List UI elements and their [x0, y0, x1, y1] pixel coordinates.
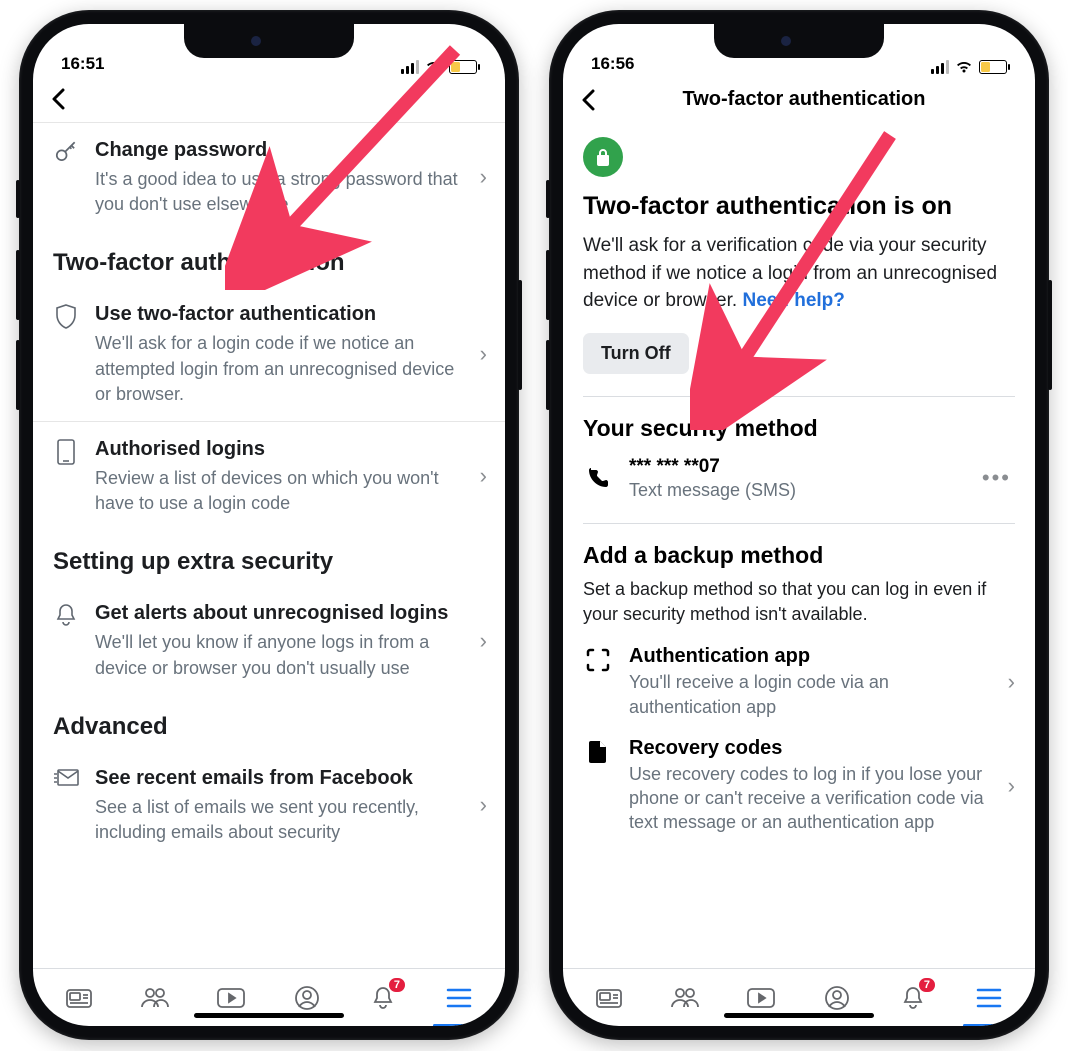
- tab-watch[interactable]: [211, 978, 251, 1018]
- row-use-tfa[interactable]: Use two-factor authentication We'll ask …: [33, 287, 505, 421]
- phone-right: 16:56 Two-factor authentication Two-fact…: [549, 10, 1049, 1040]
- tfa-on-heading: Two-factor authentication is on: [583, 191, 1015, 222]
- security-method-row[interactable]: *** *** **07 Text message (SMS) •••: [583, 456, 1015, 501]
- tab-notifications[interactable]: 7: [363, 978, 403, 1018]
- notification-badge: 7: [917, 976, 937, 994]
- section-advanced: Advanced: [33, 695, 505, 751]
- turn-off-button[interactable]: Turn Off: [583, 333, 689, 374]
- need-help-link[interactable]: Need help?: [742, 290, 844, 311]
- row-title: Use two-factor authentication: [95, 301, 460, 327]
- chevron-right-icon: ›: [474, 341, 487, 367]
- phone-left: 16:51 Change password It's a: [19, 10, 519, 1040]
- home-indicator[interactable]: [724, 1013, 874, 1018]
- row-title: Get alerts about unrecognised logins: [95, 600, 460, 626]
- tab-notifications[interactable]: 7: [893, 978, 933, 1018]
- row-subtitle: We'll ask for a login code if we notice …: [95, 331, 460, 407]
- row-subtitle: See a list of emails we sent you recentl…: [95, 795, 460, 845]
- shield-icon: [51, 301, 81, 331]
- row-get-alerts[interactable]: Get alerts about unrecognised logins We'…: [33, 586, 505, 694]
- back-button[interactable]: [51, 88, 79, 110]
- home-indicator[interactable]: [194, 1013, 344, 1018]
- tfa-on-description: We'll ask for a verification code via yo…: [583, 232, 1015, 315]
- row-title: Authorised logins: [95, 436, 460, 462]
- backup-method-desc: Set a backup method so that you can log …: [583, 577, 1015, 627]
- battery-icon: [449, 60, 477, 74]
- chevron-right-icon: ›: [474, 628, 487, 654]
- row-subtitle: Use recovery codes to log in if you lose…: [629, 762, 986, 835]
- status-time: 16:56: [591, 54, 634, 74]
- phone-icon: [51, 436, 81, 466]
- notification-badge: 7: [387, 976, 407, 994]
- section-extra-security: Setting up extra security: [33, 530, 505, 586]
- chevron-right-icon: ›: [474, 463, 487, 489]
- row-subtitle: You'll receive a login code via an authe…: [629, 670, 986, 719]
- backup-method-heading: Add a backup method: [583, 542, 1015, 569]
- key-icon: [51, 137, 81, 165]
- row-title: Change password: [95, 137, 460, 163]
- row-title: Recovery codes: [629, 737, 986, 760]
- tab-friends[interactable]: [135, 978, 175, 1018]
- bell-icon: [51, 600, 81, 628]
- tab-menu[interactable]: [439, 978, 479, 1018]
- row-subtitle: We'll let you know if anyone logs in fro…: [95, 630, 460, 680]
- tab-home[interactable]: [59, 978, 99, 1018]
- mail-icon: [51, 765, 81, 789]
- nav-header: [33, 78, 505, 122]
- phone-handset-icon: [583, 466, 613, 490]
- row-authorised-logins[interactable]: Authorised logins Review a list of devic…: [33, 421, 505, 530]
- lock-badge-icon: [583, 137, 623, 177]
- chevron-right-icon: ›: [474, 164, 487, 190]
- security-method-heading: Your security method: [583, 415, 1015, 442]
- file-icon: [583, 737, 613, 765]
- row-change-password[interactable]: Change password It's a good idea to use …: [33, 122, 505, 231]
- chevron-right-icon: ›: [474, 792, 487, 818]
- row-auth-app[interactable]: Authentication app You'll receive a logi…: [583, 645, 1015, 719]
- row-title: See recent emails from Facebook: [95, 765, 460, 791]
- tab-home[interactable]: [589, 978, 629, 1018]
- row-subtitle: It's a good idea to use a strong passwor…: [95, 167, 460, 217]
- section-two-factor: Two-factor authentication: [33, 231, 505, 287]
- content-area: Two-factor authentication is on We'll as…: [563, 123, 1035, 968]
- nav-header: Two-factor authentication: [563, 78, 1035, 123]
- cellular-icon: [931, 60, 949, 74]
- scan-icon: [583, 645, 613, 673]
- method-type: Text message (SMS): [629, 480, 962, 501]
- method-phone-number: *** *** **07: [629, 456, 962, 478]
- back-button[interactable]: [581, 89, 609, 111]
- row-title: Authentication app: [629, 645, 986, 668]
- tab-watch[interactable]: [741, 978, 781, 1018]
- battery-icon: [979, 60, 1007, 74]
- wifi-icon: [425, 60, 443, 74]
- tab-profile[interactable]: [287, 978, 327, 1018]
- row-recovery-codes[interactable]: Recovery codes Use recovery codes to log…: [583, 737, 1015, 835]
- wifi-icon: [955, 60, 973, 74]
- page-title: Two-factor authentication: [619, 88, 989, 111]
- row-subtitle: Review a list of devices on which you wo…: [95, 466, 460, 516]
- cellular-icon: [401, 60, 419, 74]
- tab-menu[interactable]: [969, 978, 1009, 1018]
- row-recent-emails[interactable]: See recent emails from Facebook See a li…: [33, 751, 505, 859]
- content-area: Change password It's a good idea to use …: [33, 122, 505, 968]
- tab-friends[interactable]: [665, 978, 705, 1018]
- more-options-icon[interactable]: •••: [978, 465, 1015, 491]
- chevron-right-icon: ›: [1002, 669, 1015, 695]
- status-time: 16:51: [61, 54, 104, 74]
- chevron-right-icon: ›: [1002, 773, 1015, 799]
- tab-profile[interactable]: [817, 978, 857, 1018]
